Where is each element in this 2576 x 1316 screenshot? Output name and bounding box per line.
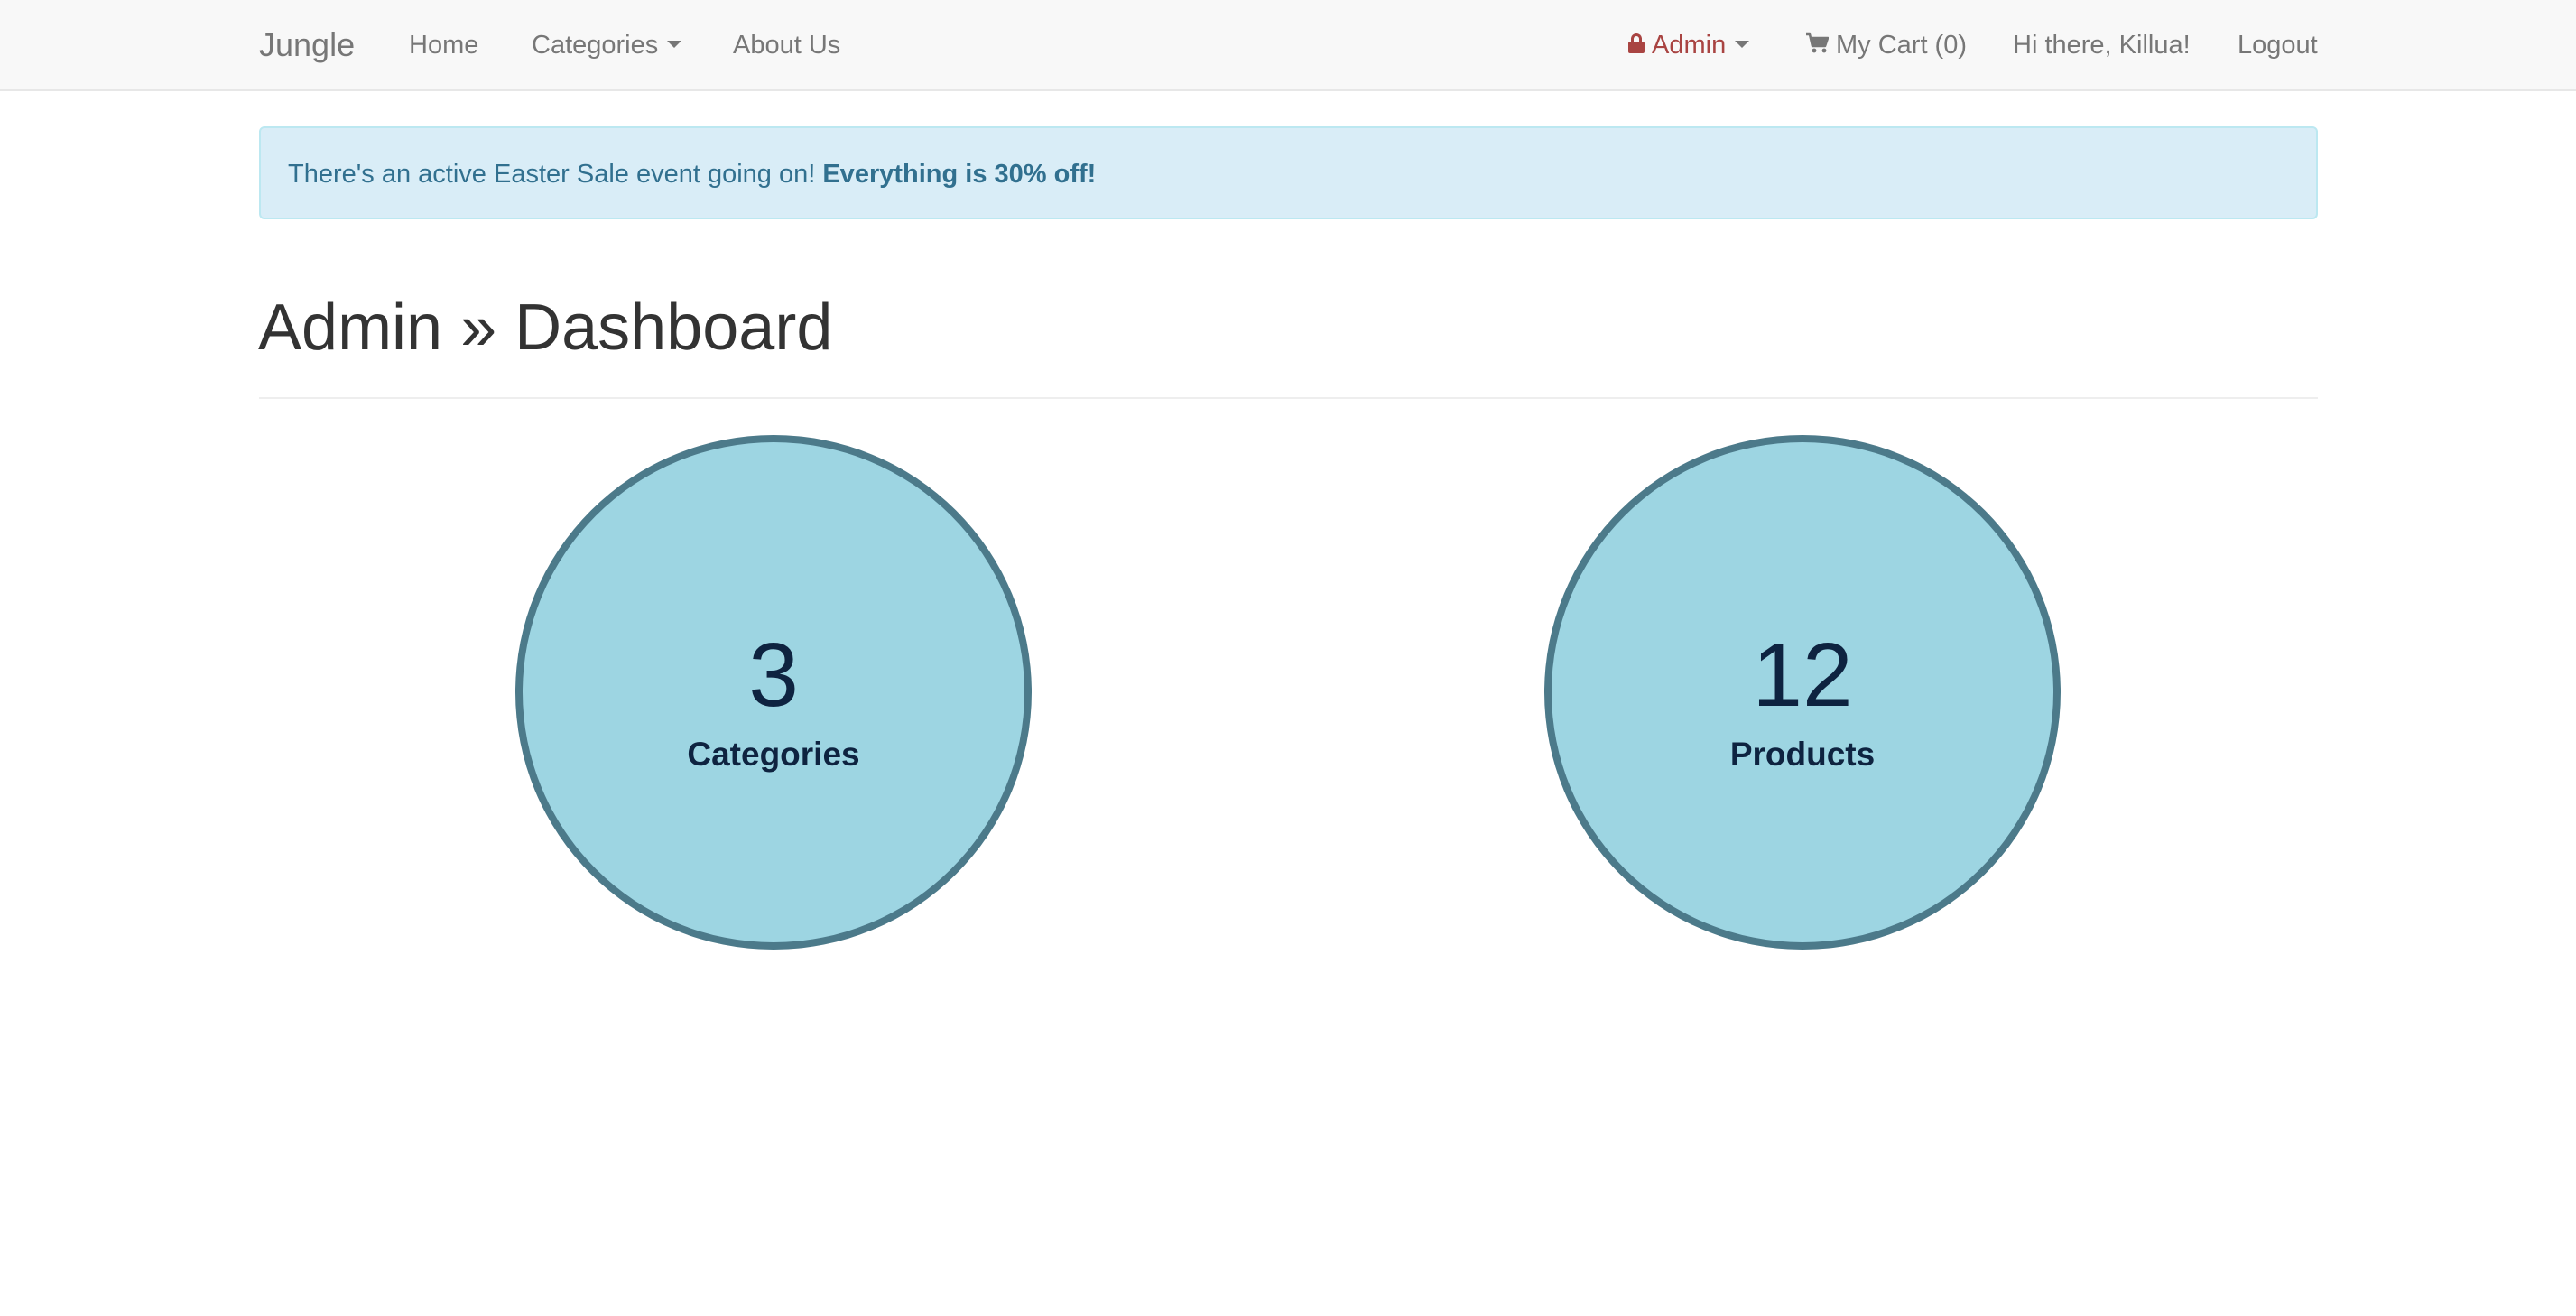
nav-home-link[interactable]: Home bbox=[409, 29, 478, 61]
shopping-cart-icon bbox=[1806, 33, 1829, 53]
navbar-container: Jungle Home Categories About Us Admin My… bbox=[259, 0, 2318, 90]
nav-greeting-link[interactable]: Hi there, Killua! bbox=[2013, 29, 2191, 61]
page-title: Admin » Dashboard bbox=[258, 292, 833, 364]
stat-circle-categories: 3 Categories bbox=[515, 435, 1032, 950]
sale-alert-emphasis: Everything is 30% off! bbox=[822, 160, 1097, 189]
lock-icon bbox=[1628, 33, 1645, 54]
brand-link[interactable]: Jungle bbox=[259, 25, 355, 65]
caret-down-icon bbox=[667, 41, 682, 49]
sale-alert: There's an active Easter Sale event goin… bbox=[259, 126, 2318, 219]
caret-down-icon bbox=[1735, 41, 1750, 49]
nav-admin-label: Admin bbox=[1652, 31, 1727, 60]
sale-alert-message: There's an active Easter Sale event goin… bbox=[288, 160, 816, 189]
title-divider bbox=[259, 397, 2318, 399]
nav-admin-dropdown[interactable]: Admin bbox=[1628, 29, 1750, 61]
top-navbar: Jungle Home Categories About Us Admin My… bbox=[0, 0, 2576, 91]
nav-categories-dropdown[interactable]: Categories bbox=[532, 29, 682, 61]
nav-categories-label: Categories bbox=[532, 31, 659, 60]
sale-alert-text: There's an active Easter Sale event goin… bbox=[288, 158, 1096, 190]
nav-logout-link[interactable]: Logout bbox=[2238, 29, 2318, 61]
nav-cart-label: My Cart (0) bbox=[1836, 31, 1967, 60]
stat-circle-products: 12 Products bbox=[1544, 435, 2061, 950]
stat-value: 3 bbox=[748, 625, 799, 726]
stat-label: Categories bbox=[687, 736, 860, 773]
stat-value: 12 bbox=[1752, 625, 1853, 726]
stat-label: Products bbox=[1729, 736, 1876, 773]
nav-about-link[interactable]: About Us bbox=[733, 29, 840, 61]
nav-cart-link[interactable]: My Cart (0) bbox=[1805, 29, 1967, 61]
